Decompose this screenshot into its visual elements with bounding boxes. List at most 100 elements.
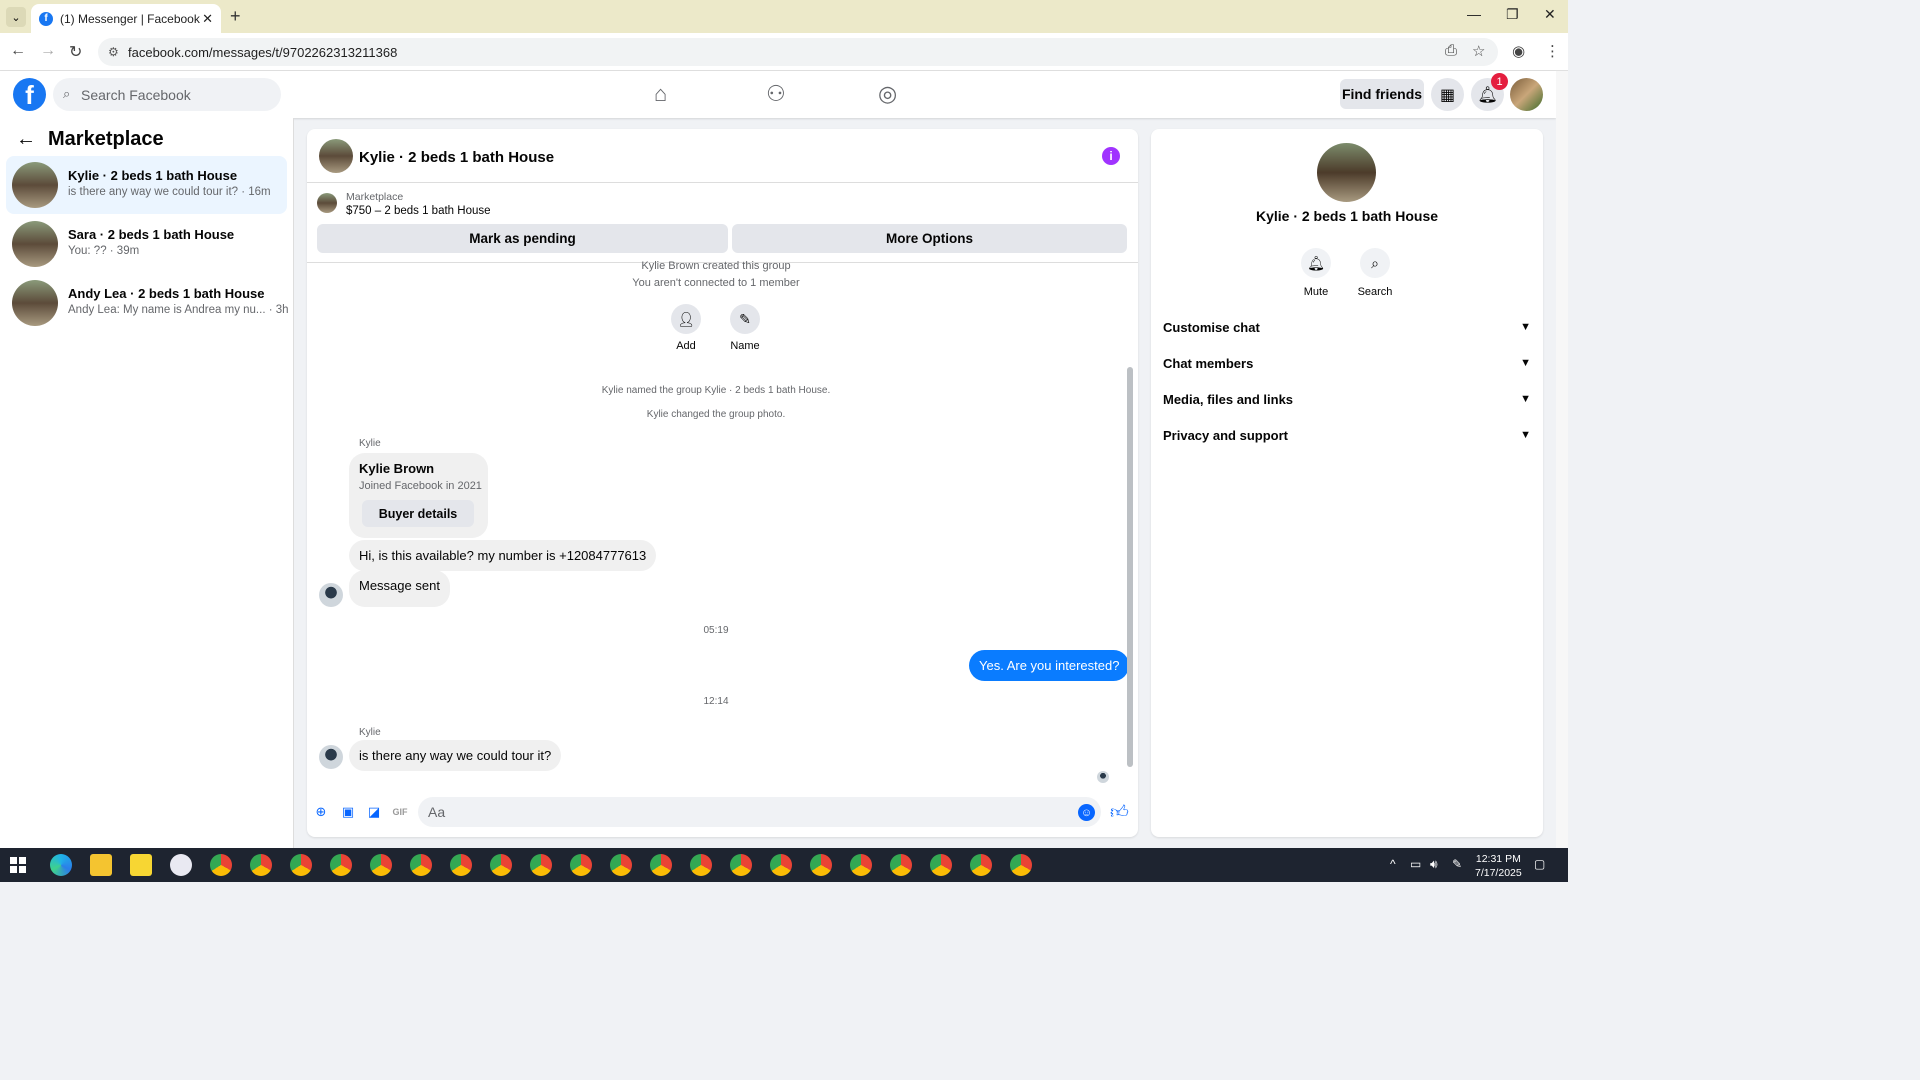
find-friends-button[interactable]: Find friends xyxy=(1340,79,1424,109)
facebook-search-input[interactable]: ⌕ Search Facebook xyxy=(53,78,281,111)
sticky-notes-icon[interactable] xyxy=(130,854,152,876)
message-bubble[interactable]: Hi, is this available? my number is +120… xyxy=(349,540,657,571)
edge-icon[interactable] xyxy=(50,854,72,876)
privacy-support-row[interactable]: Privacy and support ▼ xyxy=(1163,417,1531,453)
message-bubble[interactable]: is there any way we could tour it? xyxy=(349,740,562,771)
chat-scrollbar[interactable] xyxy=(1125,266,1135,782)
conversation-item[interactable]: Andy Lea · 2 beds 1 bath House Andy Lea:… xyxy=(6,274,289,332)
emoji-icon[interactable]: ☺ xyxy=(1078,804,1095,821)
chrome-icon[interactable] xyxy=(370,854,392,876)
pen-icon[interactable]: ✎ xyxy=(1452,857,1462,871)
chrome-icon[interactable] xyxy=(570,854,592,876)
restore-icon[interactable]: ❐ xyxy=(1506,6,1519,23)
conversation-thumbnail xyxy=(12,221,58,267)
groups-icon[interactable]: ◎ xyxy=(878,81,897,107)
volume-icon[interactable]: 🔊︎ xyxy=(1430,857,1438,872)
chrome-icon[interactable] xyxy=(210,854,232,876)
menu-grid-icon[interactable]: ▦ xyxy=(1431,78,1464,111)
chevron-down-icon: ▼ xyxy=(1520,321,1531,333)
page-scrollbar[interactable] xyxy=(1556,71,1568,848)
tab-search-dropdown-icon[interactable]: ⌄ xyxy=(6,7,26,27)
conversation-preview: You: ?? · 39m xyxy=(68,245,140,257)
app-icon[interactable] xyxy=(170,854,192,876)
bookmark-star-icon[interactable]: ☆ xyxy=(1472,42,1485,60)
back-icon[interactable]: ← xyxy=(10,42,26,60)
facebook-logo-icon[interactable]: f xyxy=(13,78,46,111)
chrome-icon[interactable] xyxy=(650,854,672,876)
listing-price-title[interactable]: $750 – 2 beds 1 bath House xyxy=(346,205,491,217)
chrome-icon[interactable] xyxy=(250,854,272,876)
name-label: Name xyxy=(730,340,760,352)
chrome-icon[interactable] xyxy=(530,854,552,876)
friends-icon[interactable]: ⚇ xyxy=(766,81,786,107)
chat-thumbnail[interactable] xyxy=(319,139,353,173)
windows-start-icon[interactable] xyxy=(10,857,26,873)
facebook-favicon-icon: f xyxy=(39,11,53,26)
thumbs-up-icon[interactable]: 👍︎ xyxy=(1110,801,1129,823)
chrome-icon[interactable] xyxy=(890,854,912,876)
tray-chevron-up-icon[interactable]: ^ xyxy=(1390,857,1396,871)
notifications-center-icon[interactable]: ▢ xyxy=(1534,857,1545,871)
search-chat-button[interactable]: ⌕ Search xyxy=(1345,248,1405,298)
browser-tab-messenger[interactable]: f (1) Messenger | Facebook ✕ xyxy=(31,4,221,33)
chrome-icon[interactable] xyxy=(450,854,472,876)
site-info-icon[interactable]: ⚙ xyxy=(108,45,119,59)
gif-icon[interactable]: GIF xyxy=(391,803,409,821)
chrome-icon[interactable] xyxy=(490,854,512,876)
chrome-icon[interactable] xyxy=(770,854,792,876)
my-message-bubble[interactable]: Yes. Are you interested? xyxy=(969,650,1130,681)
more-options-button[interactable]: More Options xyxy=(732,224,1127,253)
chrome-icon[interactable] xyxy=(410,854,432,876)
forward-icon[interactable]: → xyxy=(40,42,56,60)
sender-avatar[interactable] xyxy=(319,583,343,607)
profile-icon[interactable]: ◉ xyxy=(1512,42,1525,60)
reload-icon[interactable]: ↻ xyxy=(69,42,82,62)
minimize-icon[interactable]: — xyxy=(1467,6,1481,22)
message-input[interactable]: Aa xyxy=(418,797,1101,827)
chrome-icon-active[interactable] xyxy=(610,854,632,876)
chrome-icon[interactable] xyxy=(690,854,712,876)
chrome-icon[interactable] xyxy=(970,854,992,876)
chrome-icon[interactable] xyxy=(930,854,952,876)
chrome-icon[interactable] xyxy=(1010,854,1032,876)
chrome-icon[interactable] xyxy=(330,854,352,876)
conversation-item[interactable]: Sara · 2 beds 1 bath House You: ?? · 39m xyxy=(6,215,287,273)
install-app-icon[interactable]: ⎙ xyxy=(1445,42,1457,59)
buyer-details-button[interactable]: Buyer details xyxy=(362,500,474,527)
file-explorer-icon[interactable] xyxy=(90,854,112,876)
media-files-links-row[interactable]: Media, files and links ▼ xyxy=(1163,381,1531,417)
back-arrow-icon[interactable]: ← xyxy=(16,128,36,151)
sticker-icon[interactable]: ◪ xyxy=(365,803,383,821)
add-member-button[interactable]: 👤︎ Add xyxy=(661,304,711,352)
sender-avatar[interactable] xyxy=(319,745,343,769)
scrollbar-thumb[interactable] xyxy=(1127,367,1133,767)
chrome-icon[interactable] xyxy=(810,854,832,876)
message-bubble[interactable]: Message sent xyxy=(349,570,450,607)
chat-members-row[interactable]: Chat members ▼ xyxy=(1163,345,1531,381)
home-icon[interactable]: ⌂ xyxy=(654,81,667,107)
chrome-icon[interactable] xyxy=(290,854,312,876)
group-photo[interactable] xyxy=(1317,143,1376,202)
account-avatar[interactable] xyxy=(1510,78,1543,111)
close-window-icon[interactable]: ✕ xyxy=(1544,6,1556,23)
conversation-preview: Andy Lea: My name is Andrea my nu... · 3… xyxy=(68,304,289,316)
mark-as-pending-button[interactable]: Mark as pending xyxy=(317,224,728,253)
browser-menu-icon[interactable]: ⋮ xyxy=(1545,42,1560,60)
name-group-button[interactable]: ✎ Name xyxy=(720,304,770,352)
customise-chat-row[interactable]: Customise chat ▼ xyxy=(1163,309,1531,345)
message-composer: ⊕ ▣ ◪ GIF Aa ☺ 👍︎ xyxy=(307,793,1138,837)
chrome-icon[interactable] xyxy=(730,854,752,876)
network-icon[interactable]: ▭ xyxy=(1410,857,1421,871)
chevron-down-icon: ▼ xyxy=(1520,429,1531,441)
taskbar-clock[interactable]: 12:31 PM 7/17/2025 xyxy=(1475,852,1522,880)
info-icon[interactable]: i xyxy=(1102,147,1120,165)
url-bar[interactable]: ⚙ facebook.com/messages/t/97022623132113… xyxy=(98,38,1498,66)
close-tab-icon[interactable]: ✕ xyxy=(202,11,213,27)
attach-photo-icon[interactable]: ▣ xyxy=(339,803,357,821)
chat-title[interactable]: Kylie · 2 beds 1 bath House xyxy=(359,149,554,166)
more-actions-plus-icon[interactable]: ⊕ xyxy=(312,803,330,821)
chrome-icon[interactable] xyxy=(850,854,872,876)
new-tab-icon[interactable]: + xyxy=(230,6,241,27)
mute-button[interactable]: 🔔︎ Mute xyxy=(1286,248,1346,298)
conversation-item[interactable]: Kylie · 2 beds 1 bath House is there any… xyxy=(6,156,287,214)
